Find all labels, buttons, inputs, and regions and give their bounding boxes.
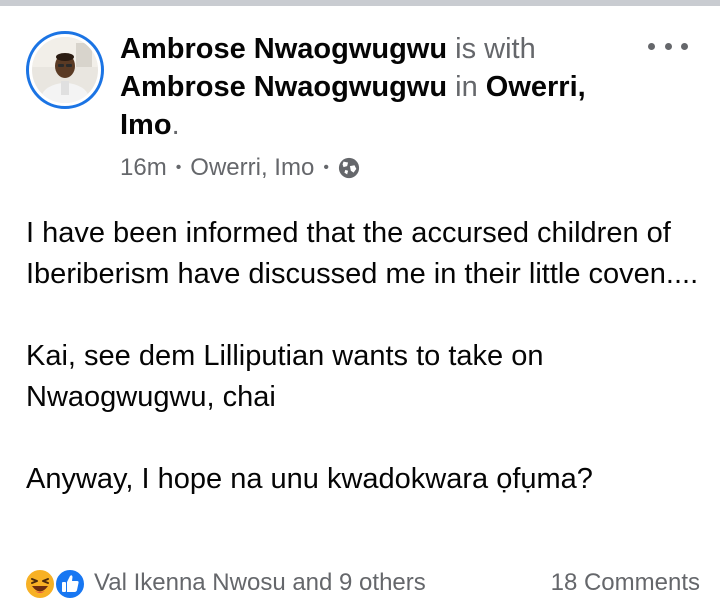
- profile-photo: [32, 37, 98, 103]
- reactors-text[interactable]: Val Ikenna Nwosu and 9 others: [94, 569, 426, 597]
- tagged-name[interactable]: Ambrose Nwaogwugwu: [120, 71, 447, 103]
- post-paragraph: Anyway, I hope na unu kwadokwara ọfụma?: [26, 463, 593, 495]
- more-dot: [681, 42, 688, 50]
- post-meta: 16m • Owerri, Imo •: [120, 152, 360, 184]
- globe-icon[interactable]: [338, 157, 360, 179]
- meta-separator: •: [175, 159, 182, 176]
- more-options-icon[interactable]: [648, 34, 688, 58]
- more-dot: [648, 42, 655, 50]
- like-reaction-icon: [54, 568, 86, 600]
- header-period: .: [171, 109, 180, 141]
- post-paragraph: I have been informed that the accursed c…: [26, 217, 699, 290]
- comments-count[interactable]: 18 Comments: [551, 569, 700, 597]
- avatar[interactable]: [26, 31, 104, 109]
- with-text: is with: [455, 33, 536, 65]
- location-link-line1[interactable]: Owerri,: [486, 71, 586, 103]
- reactions-row: Val Ikenna Nwosu and 9 others 18 Comment…: [24, 565, 700, 601]
- post-header: Ambrose Nwaogwugwu is with Ambrose Nwaog…: [120, 30, 630, 144]
- post-paragraph: Kai, see dem Lilliputian wants to take o…: [26, 340, 544, 413]
- author-name[interactable]: Ambrose Nwaogwugwu: [120, 33, 447, 65]
- reaction-icons[interactable]: [24, 566, 94, 600]
- in-text: in: [455, 71, 478, 103]
- haha-reaction-icon: [24, 568, 56, 600]
- post-timestamp[interactable]: 16m: [120, 154, 167, 182]
- post-body: I have been informed that the accursed c…: [26, 213, 706, 500]
- location-link-line2[interactable]: Imo: [120, 109, 172, 141]
- more-dot: [664, 42, 672, 50]
- meta-separator: •: [323, 159, 329, 176]
- post-location[interactable]: Owerri, Imo: [190, 154, 314, 182]
- feed-divider: [0, 0, 720, 6]
